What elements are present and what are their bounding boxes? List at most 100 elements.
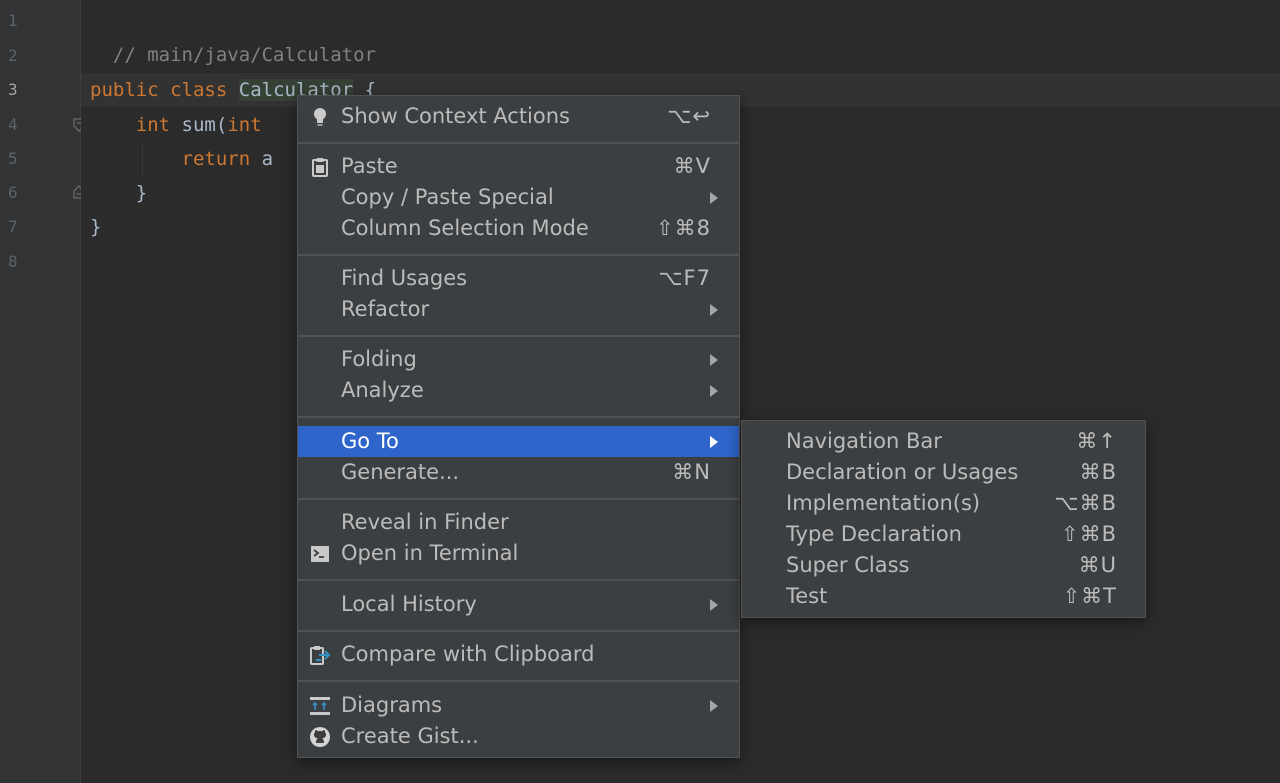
- keyword: return: [181, 148, 251, 170]
- menu-item-label: Compare with Clipboard: [341, 642, 595, 666]
- menu-item-diagrams[interactable]: Diagrams: [298, 690, 739, 721]
- menu-item-label: Test: [786, 584, 828, 608]
- menu-separator: [298, 579, 739, 581]
- submenu-arrow-icon: [710, 436, 718, 448]
- menu-item-local-history[interactable]: Local History: [298, 589, 739, 620]
- line-number: 6: [8, 183, 18, 202]
- submenu-arrow-icon: [710, 304, 718, 316]
- keyword: int: [135, 114, 171, 136]
- menu-item-shortcut: ⌘↑: [1076, 429, 1117, 453]
- menu-item-refactor[interactable]: Refactor: [298, 294, 739, 325]
- menu-separator: [298, 630, 739, 632]
- menu-item-create-gist[interactable]: Create Gist...: [298, 721, 739, 752]
- menu-item-label: Refactor: [341, 297, 430, 321]
- menu-item-label: Reveal in Finder: [341, 510, 509, 534]
- code-line-6[interactable]: }: [90, 176, 147, 210]
- keyword: int: [227, 114, 262, 136]
- menu-item-label: Analyze: [341, 378, 424, 402]
- lightbulb-icon: [314, 108, 326, 126]
- submenu-item-implementations[interactable]: Implementation(s) ⌥⌘B: [742, 488, 1145, 519]
- menu-item-label: Declaration or Usages: [786, 460, 1019, 484]
- menu-item-go-to[interactable]: Go To: [298, 426, 739, 457]
- menu-item-folding[interactable]: Folding: [298, 344, 739, 375]
- terminal-icon: [311, 546, 329, 562]
- menu-item-label: Folding: [341, 347, 417, 371]
- menu-separator: [298, 680, 739, 682]
- submenu-item-test[interactable]: Test ⇧⌘T: [742, 581, 1145, 612]
- line-number: 7: [8, 217, 18, 236]
- code-line-1[interactable]: // main/java/Calculator: [90, 4, 376, 66]
- menu-item-label: Generate...: [341, 460, 460, 484]
- menu-item-label: Type Declaration: [786, 522, 962, 546]
- menu-separator: [298, 254, 739, 256]
- submenu-item-type-declaration[interactable]: Type Declaration ⇧⌘B: [742, 519, 1145, 550]
- submenu-arrow-icon: [710, 385, 718, 397]
- menu-item-find-usages[interactable]: Find Usages ⌥F7: [298, 263, 739, 294]
- submenu-arrow-icon: [710, 700, 718, 712]
- line-number: 5: [8, 149, 18, 168]
- menu-item-shortcut: ⌘U: [1078, 553, 1117, 577]
- menu-item-label: Paste: [341, 154, 398, 178]
- menu-item-label: Implementation(s): [786, 491, 981, 515]
- menu-item-label: Open in Terminal: [341, 541, 519, 565]
- menu-item-shortcut: ⌥↩: [667, 104, 711, 128]
- menu-item-analyze[interactable]: Analyze: [298, 375, 739, 406]
- menu-item-shortcut: ⇧⌘B: [1060, 522, 1117, 546]
- code-line-7[interactable]: }: [90, 210, 101, 244]
- menu-separator: [298, 416, 739, 418]
- github-icon: [310, 727, 330, 747]
- menu-item-label: Diagrams: [341, 693, 443, 717]
- menu-item-copy-paste-special[interactable]: Copy / Paste Special: [298, 182, 739, 213]
- method-name: sum(: [181, 114, 228, 136]
- menu-item-reveal-in-finder[interactable]: Reveal in Finder: [298, 507, 739, 538]
- line-number-current: 3: [8, 80, 18, 99]
- line-number: 4: [8, 115, 18, 134]
- goto-submenu: Navigation Bar ⌘↑ Declaration or Usages …: [741, 420, 1146, 618]
- menu-item-show-context-actions[interactable]: Show Context Actions ⌥↩: [298, 101, 739, 132]
- menu-item-label: Copy / Paste Special: [341, 185, 554, 209]
- menu-item-shortcut: ⌘B: [1079, 460, 1117, 484]
- menu-item-label: Column Selection Mode: [341, 216, 589, 240]
- menu-item-column-selection-mode[interactable]: Column Selection Mode ⇧⌘8: [298, 213, 739, 244]
- submenu-arrow-icon: [710, 192, 718, 204]
- menu-item-generate[interactable]: Generate... ⌘N: [298, 457, 739, 488]
- compare-clipboard-icon: [310, 646, 331, 665]
- keyword: class: [170, 79, 228, 101]
- menu-item-label: Navigation Bar: [786, 429, 942, 453]
- brace: }: [90, 216, 102, 238]
- line-number: 1: [8, 11, 18, 30]
- editor-context-menu: Show Context Actions ⌥↩ Paste ⌘V Copy / …: [297, 95, 740, 758]
- menu-item-shortcut: ⌘V: [673, 154, 711, 178]
- menu-item-paste[interactable]: Paste ⌘V: [298, 151, 739, 182]
- menu-item-shortcut: ⇧⌘T: [1062, 584, 1117, 608]
- code-line-5[interactable]: return a: [90, 142, 274, 176]
- submenu-item-navigation-bar[interactable]: Navigation Bar ⌘↑: [742, 426, 1145, 457]
- menu-item-shortcut: ⌥F7: [658, 266, 711, 290]
- menu-separator: [298, 142, 739, 144]
- submenu-item-declaration-or-usages[interactable]: Declaration or Usages ⌘B: [742, 457, 1145, 488]
- submenu-arrow-icon: [710, 599, 718, 611]
- menu-item-label: Show Context Actions: [341, 104, 570, 128]
- comment-text: // main/java/Calculator: [112, 44, 376, 66]
- clipboard-icon: [312, 158, 328, 177]
- line-number: 2: [8, 46, 18, 65]
- menu-item-label: Local History: [341, 592, 477, 616]
- code-text: a: [261, 148, 274, 170]
- diagram-icon: [310, 697, 330, 715]
- menu-separator: [298, 335, 739, 337]
- menu-item-shortcut: ⌘N: [672, 460, 711, 484]
- menu-item-compare-with-clipboard[interactable]: Compare with Clipboard: [298, 639, 739, 670]
- menu-item-label: Create Gist...: [341, 724, 479, 748]
- menu-item-label: Find Usages: [341, 266, 468, 290]
- menu-item-label: Go To: [341, 429, 399, 453]
- menu-item-shortcut: ⌥⌘B: [1054, 491, 1117, 515]
- submenu-item-super-class[interactable]: Super Class ⌘U: [742, 550, 1145, 581]
- code-line-4[interactable]: int sum(int: [90, 108, 262, 142]
- brace: }: [135, 182, 148, 204]
- submenu-arrow-icon: [710, 354, 718, 366]
- menu-item-label: Super Class: [786, 553, 910, 577]
- menu-item-shortcut: ⇧⌘8: [656, 216, 711, 240]
- line-number: 8: [8, 252, 18, 271]
- menu-item-open-in-terminal[interactable]: Open in Terminal: [298, 538, 739, 569]
- keyword: public: [90, 79, 159, 101]
